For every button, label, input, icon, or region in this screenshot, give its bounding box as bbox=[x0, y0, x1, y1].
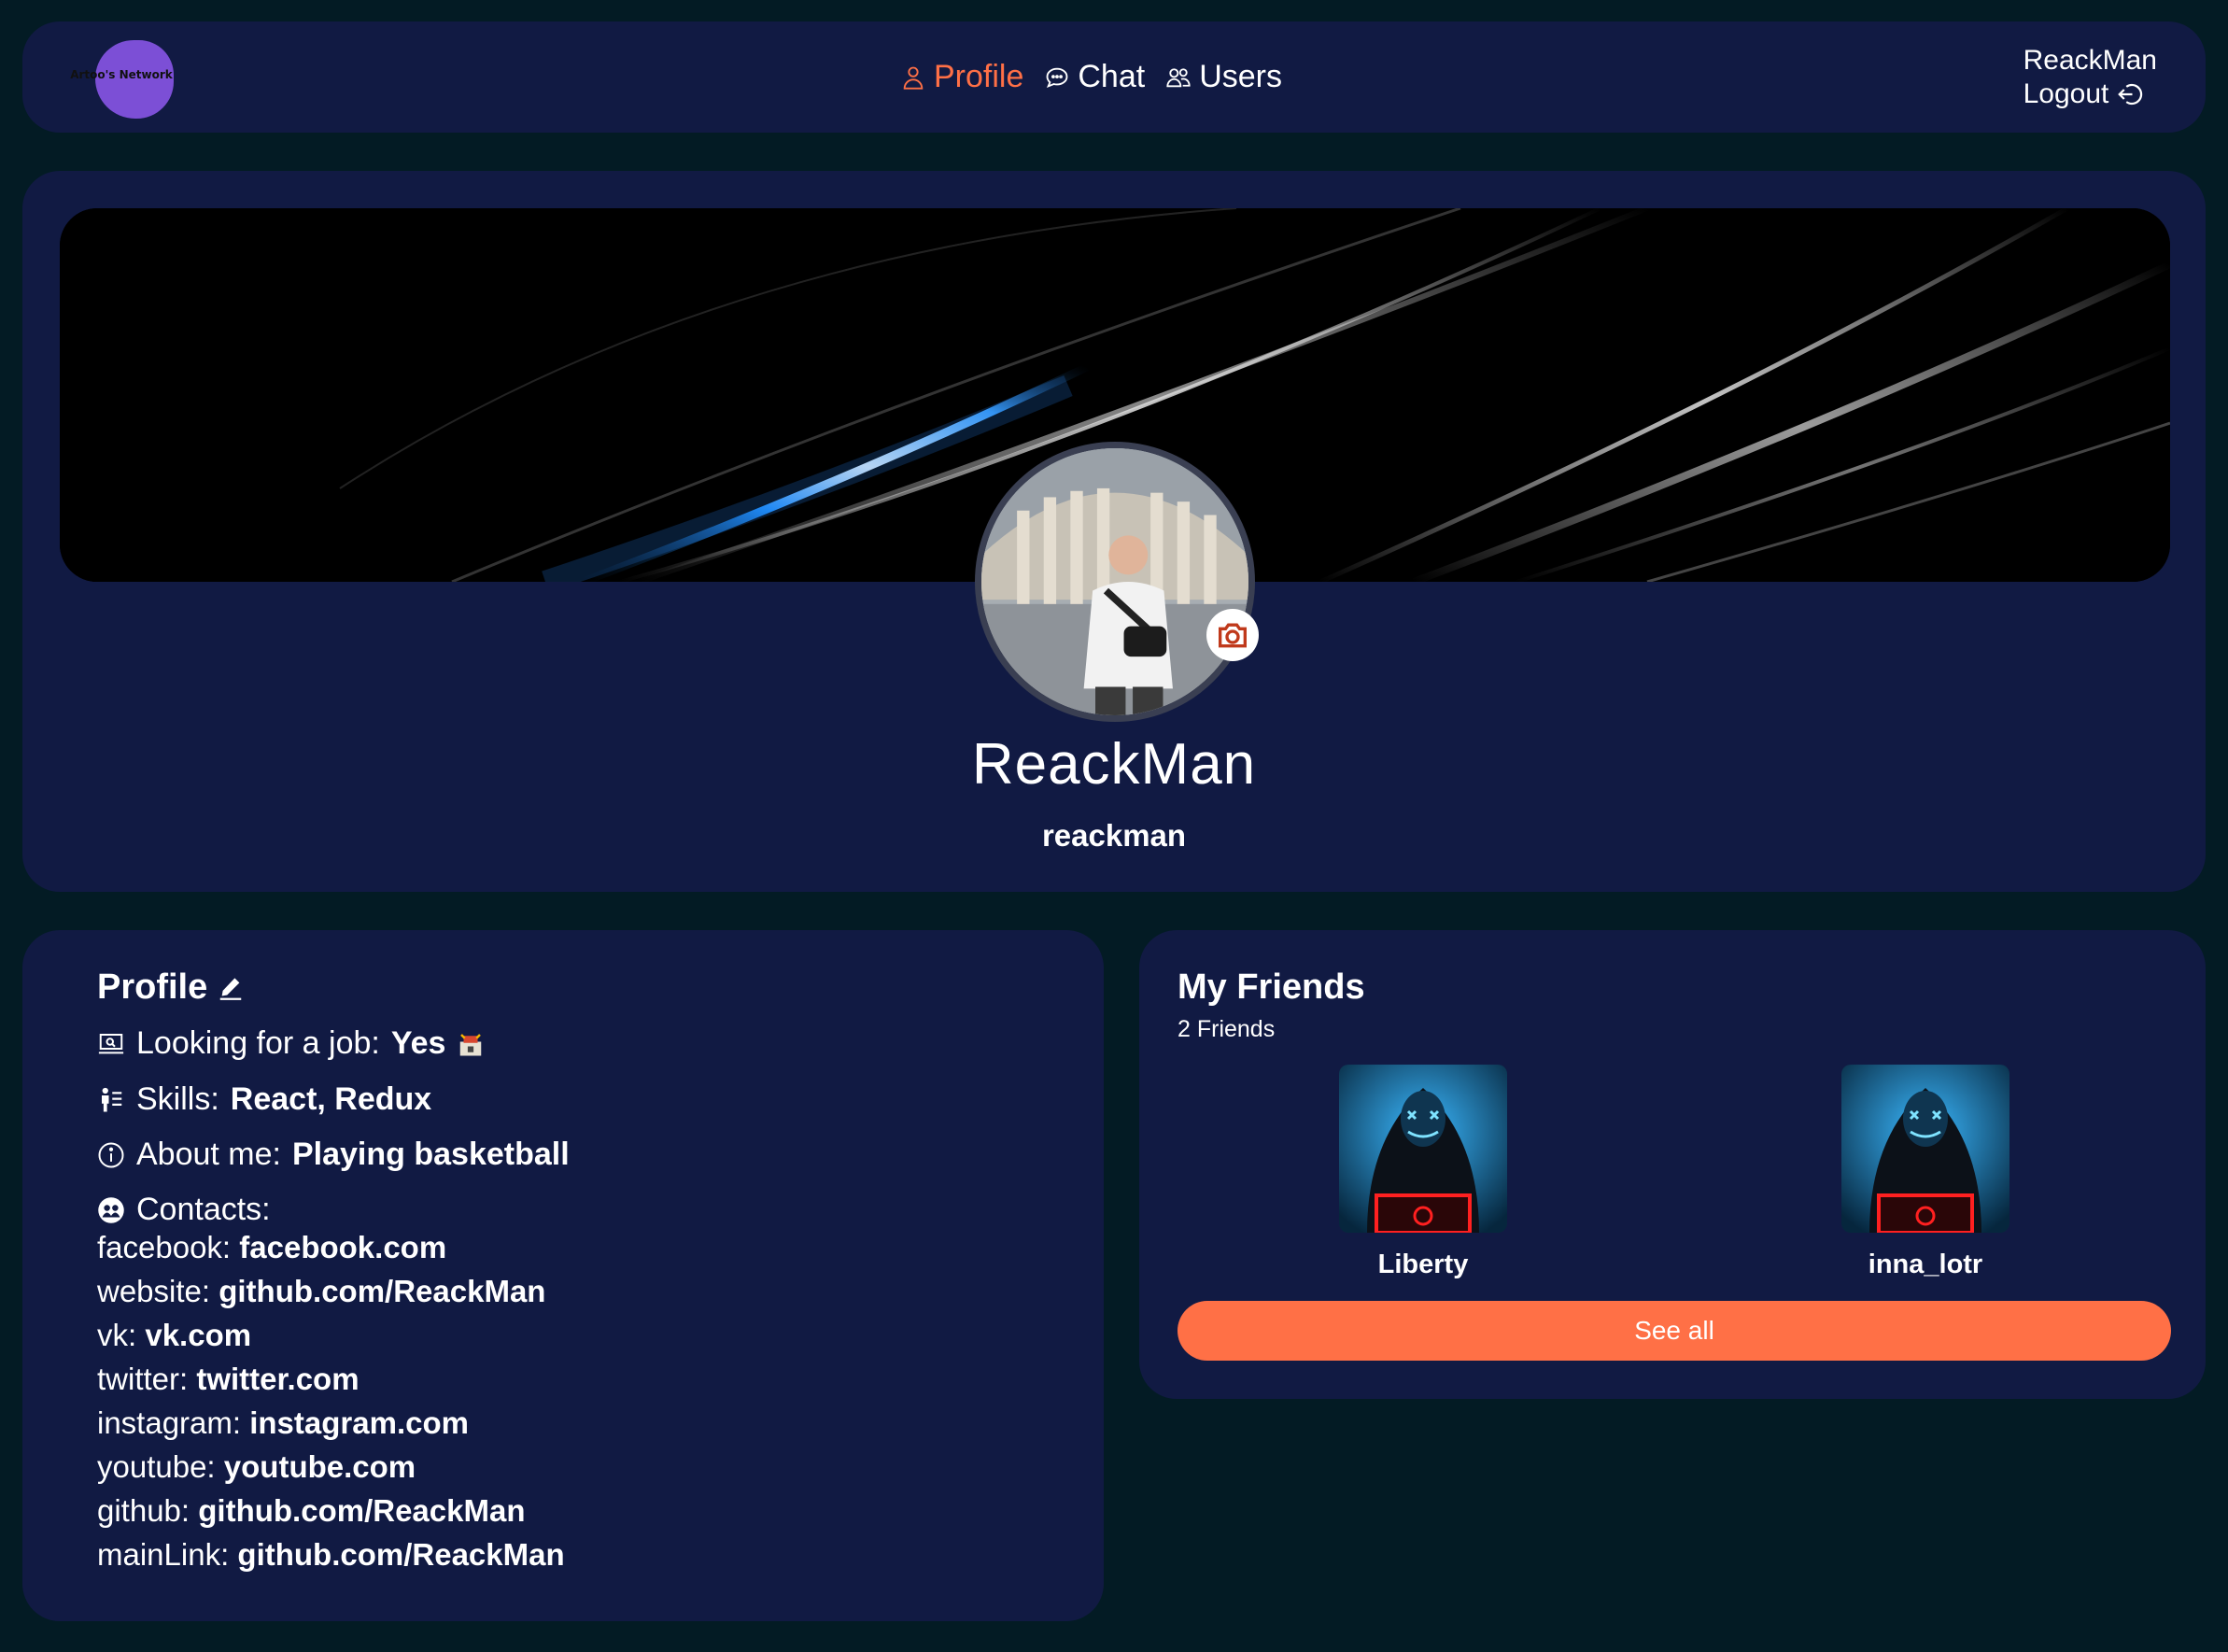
logout-icon bbox=[2118, 83, 2143, 106]
users-icon bbox=[1166, 67, 1191, 87]
nav-profile-label: Profile bbox=[934, 59, 1024, 94]
contact-item: website: github.com/ReackMan bbox=[97, 1274, 545, 1309]
contact-item: vk: vk.com bbox=[97, 1318, 251, 1353]
user-menu: ReackMan Logout bbox=[2024, 44, 2157, 111]
logo-text: Artoo's Network bbox=[70, 68, 173, 81]
site-logo[interactable]: Artoo's Network bbox=[60, 38, 183, 119]
about-value: Playing basketball bbox=[291, 1137, 570, 1172]
about-label: About me: bbox=[136, 1137, 281, 1172]
contact-item: mainLink: github.com/ReackMan bbox=[97, 1537, 565, 1573]
profile-username: reackman bbox=[1041, 818, 1187, 853]
see-all-friends-button[interactable]: See all bbox=[1177, 1301, 2171, 1361]
friend-item[interactable]: Liberty bbox=[1339, 1065, 1507, 1280]
contact-item: facebook: facebook.com bbox=[97, 1230, 446, 1265]
contact-key: vk: bbox=[97, 1318, 137, 1352]
contact-item: youtube: youtube.com bbox=[97, 1449, 416, 1485]
friends-title: My Friends bbox=[1177, 967, 1365, 1007]
profile-header-card: ReackMan reackman bbox=[22, 171, 2206, 892]
contact-link[interactable]: github.com/ReackMan bbox=[198, 1493, 525, 1528]
skills-icon bbox=[102, 1087, 122, 1111]
friend-item[interactable]: inna_lotr bbox=[1841, 1065, 2009, 1280]
top-navbar: Artoo's Network Profile Chat Users Reack… bbox=[22, 21, 2206, 133]
looking-for-job-label: Looking for a job: bbox=[136, 1025, 380, 1061]
friend-name[interactable]: Liberty bbox=[1339, 1250, 1507, 1280]
friend-avatar[interactable] bbox=[1841, 1065, 2009, 1233]
friends-card: My Friends 2 Friends Liberty inna_lotr S… bbox=[1139, 930, 2206, 1399]
skills-label: Skills: bbox=[136, 1081, 219, 1117]
contact-key: twitter: bbox=[97, 1362, 189, 1396]
info-circle-icon bbox=[98, 1142, 124, 1167]
contact-link[interactable]: github.com/ReackMan bbox=[237, 1537, 564, 1572]
chat-bubble-icon bbox=[1046, 67, 1068, 88]
contact-link[interactable]: vk.com bbox=[145, 1318, 251, 1352]
edit-pencil-icon[interactable] bbox=[217, 974, 245, 1002]
skills-value: React, Redux bbox=[230, 1081, 432, 1117]
looking-for-job-row: Looking for a job: Yes bbox=[97, 1025, 485, 1062]
contact-key: github: bbox=[97, 1493, 190, 1528]
contact-link[interactable]: facebook.com bbox=[239, 1230, 446, 1264]
nav-chat[interactable]: Chat bbox=[1044, 59, 1145, 95]
camera-icon bbox=[1219, 623, 1247, 648]
job-emoji-icon bbox=[460, 1033, 482, 1055]
profile-info-title: Profile bbox=[97, 967, 245, 1008]
contacts-label: Contacts: bbox=[136, 1192, 271, 1227]
looking-for-job-value: Yes bbox=[390, 1025, 446, 1061]
contact-key: youtube: bbox=[97, 1449, 216, 1484]
contact-item: instagram: instagram.com bbox=[97, 1405, 469, 1441]
contact-link[interactable]: twitter.com bbox=[196, 1362, 359, 1396]
contact-link[interactable]: github.com/ReackMan bbox=[219, 1274, 545, 1308]
contact-key: mainLink: bbox=[97, 1537, 230, 1572]
nav-users[interactable]: Users bbox=[1165, 59, 1282, 95]
laptop-search-icon bbox=[98, 1033, 124, 1053]
contact-key: website: bbox=[97, 1274, 211, 1308]
logout-label: Logout bbox=[2023, 78, 2109, 109]
nav-chat-label: Chat bbox=[1078, 59, 1146, 94]
main-nav: Profile Chat Users bbox=[900, 21, 1282, 133]
contact-key: facebook: bbox=[97, 1230, 232, 1264]
skills-row: Skills: React, Redux bbox=[97, 1081, 431, 1118]
change-photo-button[interactable] bbox=[1206, 609, 1259, 661]
profile-info-title-text: Profile bbox=[97, 967, 208, 1007]
friends-count: 2 Friends bbox=[1177, 1016, 1276, 1042]
logout-button[interactable]: Logout bbox=[2024, 78, 2157, 111]
current-username: ReackMan bbox=[2023, 45, 2157, 76]
friend-name[interactable]: inna_lotr bbox=[1841, 1250, 2009, 1280]
contact-item: twitter: twitter.com bbox=[97, 1362, 360, 1397]
user-icon bbox=[903, 66, 924, 90]
about-row: About me: Playing basketball bbox=[97, 1137, 570, 1173]
contact-key: instagram: bbox=[97, 1405, 242, 1440]
contacts-row: Contacts: bbox=[97, 1192, 271, 1228]
profile-info-card: Profile Looking for a job: Yes Skills: R… bbox=[22, 930, 1104, 1621]
friend-avatar[interactable] bbox=[1339, 1065, 1507, 1233]
contact-item: github: github.com/ReackMan bbox=[97, 1493, 526, 1529]
contacts-icon bbox=[98, 1196, 124, 1223]
profile-display-name: ReackMan bbox=[971, 732, 1257, 797]
contact-link[interactable]: instagram.com bbox=[249, 1405, 469, 1440]
nav-profile[interactable]: Profile bbox=[900, 59, 1023, 95]
contact-link[interactable]: youtube.com bbox=[224, 1449, 416, 1484]
nav-users-label: Users bbox=[1199, 59, 1282, 94]
profile-avatar bbox=[975, 442, 1255, 722]
